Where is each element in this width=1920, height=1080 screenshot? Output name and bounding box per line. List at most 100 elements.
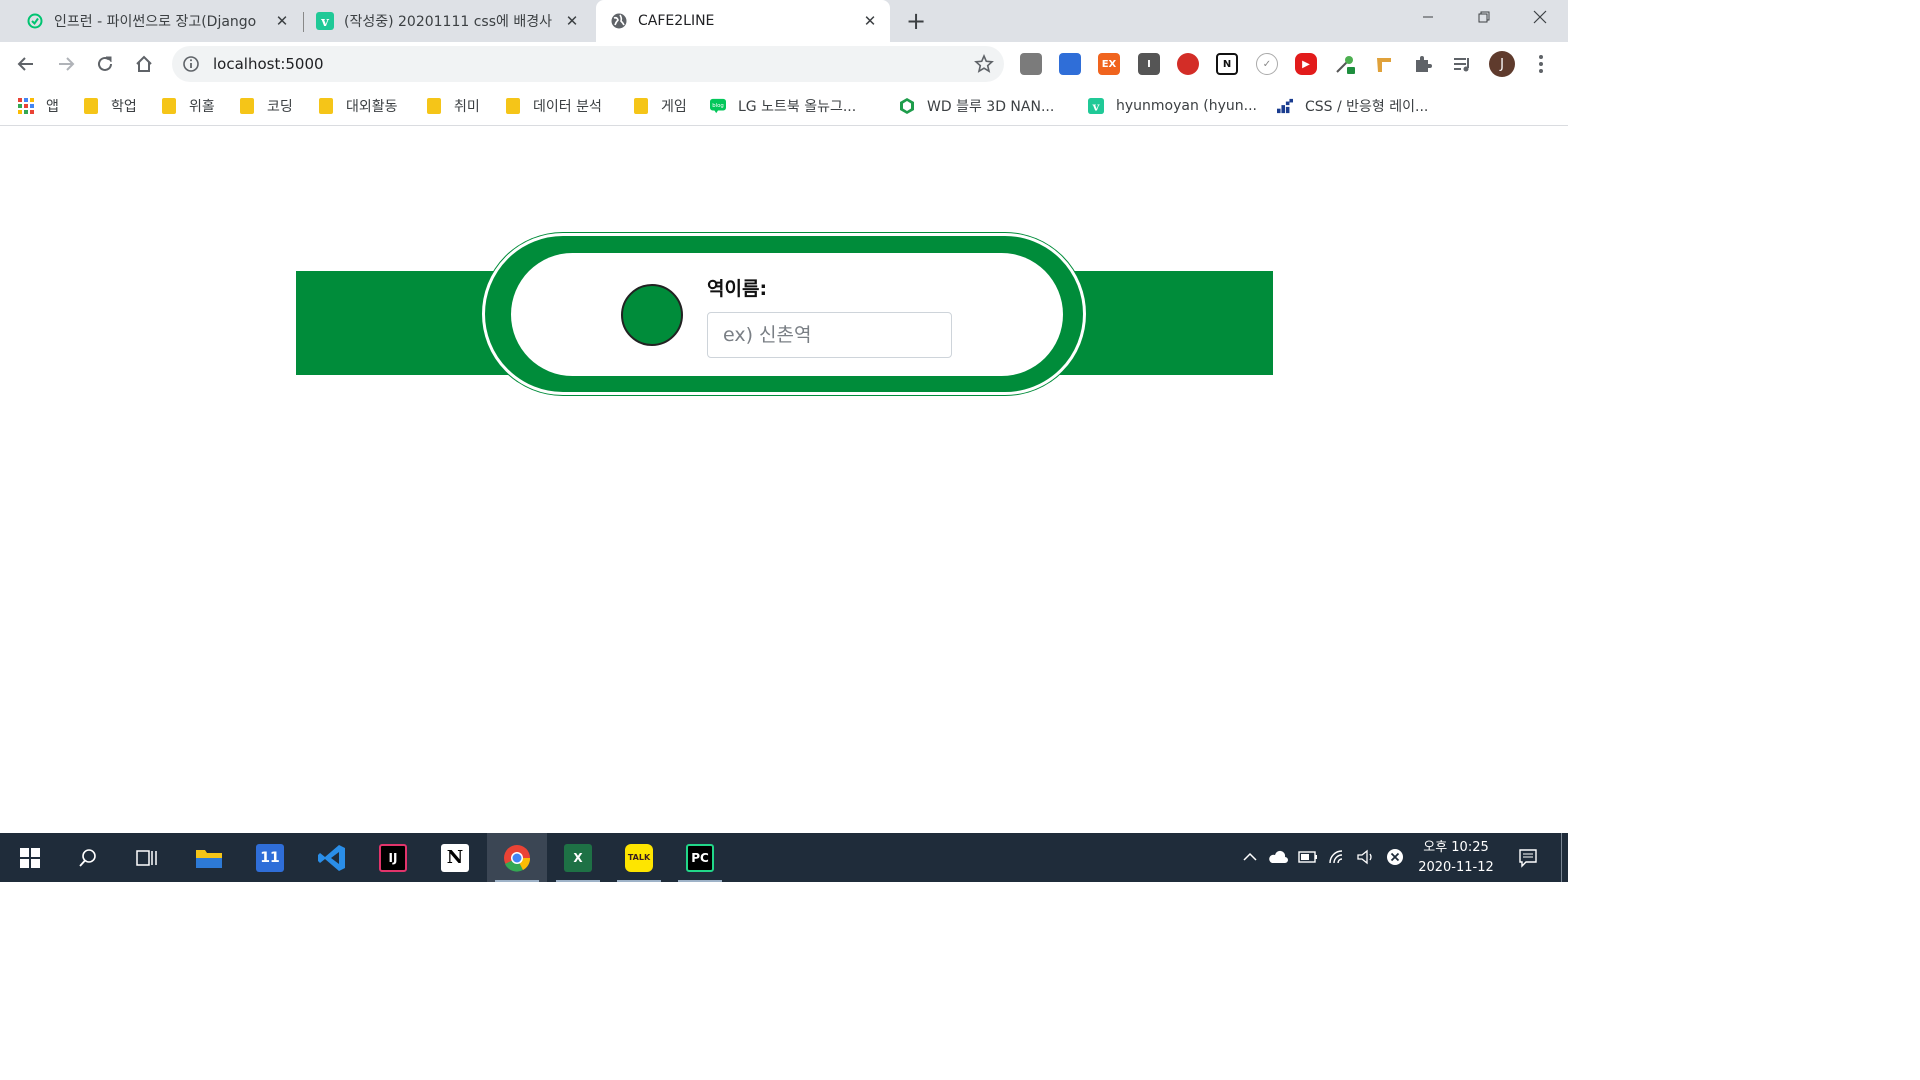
velog-icon: v xyxy=(316,12,334,30)
kakaotalk-icon[interactable]: TALK xyxy=(609,833,669,882)
tab-title: (작성중) 20201111 css에 배경사 xyxy=(344,14,552,30)
lastpass-icon[interactable] xyxy=(1177,53,1199,75)
browser-toolbar: localhost:5000 EX I N ✓ ▶ J xyxy=(0,42,1568,86)
search-icon[interactable] xyxy=(58,833,118,882)
calendar-icon[interactable]: 11 xyxy=(240,833,300,882)
playlist-icon[interactable] xyxy=(1451,53,1473,75)
folder-icon xyxy=(505,98,521,114)
address-bar[interactable]: localhost:5000 xyxy=(172,46,1004,82)
velog-badge-text: v xyxy=(320,15,329,30)
bookmark-lg-notebook[interactable]: blog LG 노트북 올뉴그... xyxy=(710,92,856,120)
tab-cafe2line[interactable]: CAFE2LINE ✕ xyxy=(596,0,890,42)
volume-icon[interactable] xyxy=(1356,847,1376,867)
excel-icon-label: X xyxy=(573,850,583,865)
tab-strip: 인프런 - 파이썬으로 장고(Django ✕ v (작성중) 20201111… xyxy=(0,0,1568,42)
info-icon[interactable] xyxy=(182,55,200,73)
status-x-icon[interactable] xyxy=(1385,847,1405,867)
notion-icon[interactable]: N xyxy=(1216,53,1238,75)
url-text[interactable]: localhost:5000 xyxy=(213,55,324,73)
blog-icon: blog xyxy=(710,98,726,114)
tab-title: CAFE2LINE xyxy=(638,13,715,29)
pycharm-icon[interactable]: PC xyxy=(670,833,730,882)
close-icon xyxy=(1533,10,1547,24)
folder-icon xyxy=(161,98,177,114)
new-tab-button[interactable]: + xyxy=(904,7,928,35)
youtube-icon[interactable]: ▶ xyxy=(1295,53,1317,75)
puzzle-icon[interactable] xyxy=(1412,53,1434,75)
show-desktop-button[interactable] xyxy=(1561,833,1562,882)
picker-icon[interactable] xyxy=(1334,53,1356,75)
bookmark-apps[interactable]: 앱 xyxy=(18,92,59,120)
bookmark-wd-blue[interactable]: WD 블루 3D NAN... xyxy=(899,92,1054,120)
velog-badge-text: v xyxy=(1092,99,1100,113)
menu-dots-icon[interactable] xyxy=(1532,52,1550,76)
clock-time: 오후 10:25 xyxy=(1423,840,1489,855)
reload-button[interactable] xyxy=(91,50,119,78)
subway-line-left xyxy=(296,271,508,375)
check-icon[interactable]: ✓ xyxy=(1256,53,1278,75)
bookmark-label: LG 노트북 올뉴그... xyxy=(738,99,857,115)
file-explorer-icon[interactable] xyxy=(179,833,239,882)
excel-icon[interactable]: X xyxy=(548,833,608,882)
forward-button[interactable] xyxy=(52,50,80,78)
bookmark-label: 학업 xyxy=(111,99,137,115)
folder-ext-icon[interactable] xyxy=(1059,53,1081,75)
tab-velog[interactable]: v (작성중) 20201111 css에 배경사 ✕ xyxy=(306,0,592,42)
scrapbook-icon[interactable] xyxy=(1020,53,1042,75)
ex-icon[interactable]: EX xyxy=(1098,53,1120,75)
restore-button[interactable] xyxy=(1456,0,1512,34)
bookmark-folder-coding[interactable]: 코딩 xyxy=(239,92,293,120)
bookmark-folder-data-analysis[interactable]: 데이터 분석 xyxy=(505,92,602,120)
instapaper-icon[interactable]: I xyxy=(1138,53,1160,75)
tab-separator xyxy=(303,12,304,32)
bookmark-star-icon[interactable] xyxy=(974,54,994,74)
browser-window: 인프런 - 파이썬으로 장고(Django ✕ v (작성중) 20201111… xyxy=(0,0,1568,882)
bookmark-folder-activities[interactable]: 대외활동 xyxy=(318,92,398,120)
close-tab-icon[interactable]: ✕ xyxy=(272,11,292,31)
notion-icon[interactable]: N xyxy=(425,833,485,882)
blog-badge-text: blog xyxy=(712,103,724,109)
bookmark-css-responsive[interactable]: CSS / 반응형 레이... xyxy=(1277,92,1428,120)
bookmark-label: 코딩 xyxy=(267,99,293,115)
chevron-up-icon[interactable] xyxy=(1240,847,1260,867)
ruler-icon[interactable] xyxy=(1373,53,1395,75)
bookmark-label: 대외활동 xyxy=(346,99,398,115)
taskbar-clock[interactable]: 오후 10:25 2020-11-12 xyxy=(1410,838,1502,878)
notification-center-icon[interactable] xyxy=(1506,833,1550,882)
vscode-icon[interactable] xyxy=(302,833,362,882)
home-button[interactable] xyxy=(130,50,158,78)
folder-icon xyxy=(426,98,442,114)
windows-start-icon[interactable] xyxy=(0,833,60,882)
back-button[interactable] xyxy=(12,50,40,78)
velog-icon: v xyxy=(1088,98,1104,114)
calendar-icon-label: 11 xyxy=(260,849,280,866)
css-icon xyxy=(1277,98,1293,114)
bookmark-folder-hobby[interactable]: 취미 xyxy=(426,92,480,120)
close-tab-icon[interactable]: ✕ xyxy=(860,11,880,31)
ex-icon-label: EX xyxy=(1101,58,1117,70)
close-window-button[interactable] xyxy=(1512,0,1568,34)
onedrive-icon[interactable] xyxy=(1268,847,1288,867)
bookmark-folder-games[interactable]: 게임 xyxy=(633,92,687,120)
bookmark-folder-academics[interactable]: 학업 xyxy=(83,92,137,120)
profile-avatar[interactable]: J xyxy=(1489,51,1515,77)
bookmark-label: 앱 xyxy=(46,99,59,115)
station-name-input[interactable] xyxy=(707,312,952,358)
bookmark-label: 데이터 분석 xyxy=(533,99,602,115)
task-view-icon[interactable] xyxy=(117,833,177,882)
close-tab-icon[interactable]: ✕ xyxy=(562,11,582,31)
tab-title: 인프런 - 파이썬으로 장고(Django xyxy=(54,14,257,30)
minimize-icon xyxy=(1423,16,1433,18)
chrome-icon[interactable] xyxy=(487,833,547,882)
back-arrow-icon xyxy=(17,57,33,71)
bookmark-velog-hyunmoyan[interactable]: v hyunmoyan (hyun... xyxy=(1088,92,1257,120)
intellij-icon[interactable]: IJ xyxy=(363,833,423,882)
tab-inflearn[interactable]: 인프런 - 파이썬으로 장고(Django ✕ xyxy=(16,0,302,42)
wifi-icon[interactable] xyxy=(1328,847,1348,867)
battery-icon[interactable] xyxy=(1298,847,1318,867)
minimize-button[interactable] xyxy=(1400,0,1456,34)
bookmark-folder-wiholl[interactable]: 위홀 xyxy=(161,92,215,120)
subway-line-right xyxy=(1060,271,1273,375)
folder-icon xyxy=(318,98,334,114)
bookmark-label: WD 블루 3D NAN... xyxy=(927,99,1055,115)
